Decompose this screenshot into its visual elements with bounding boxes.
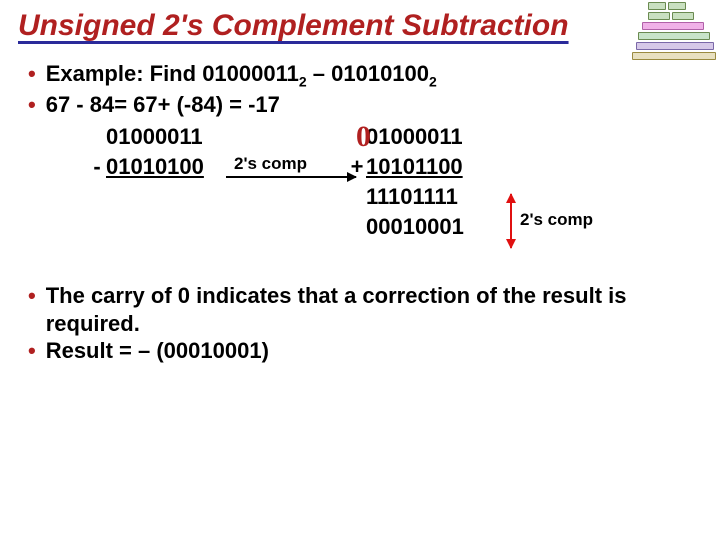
t-pre: The [46, 283, 91, 308]
decimal-line: 67 - 84= 67+ (-84) = -17 [46, 91, 280, 119]
example-dash: – [307, 61, 331, 86]
carry-explain-bullet: • The carry of 0 indicates that a correc… [28, 282, 702, 337]
twos-comp-result-label: 2's comp [520, 210, 593, 230]
left-minus-sign: - [88, 154, 106, 180]
minuend-bits: 01000011 [202, 61, 299, 86]
left-subtrahend: 01010100 [106, 154, 226, 180]
left-minuend: 01000011 [106, 124, 226, 150]
abstraction-pyramid-graphic [626, 0, 716, 60]
example-bullet: • Example: Find 010000112 – 010101002 [28, 60, 702, 91]
bullet-icon: • [28, 60, 36, 88]
subtrahend-bits: 01010100 [331, 61, 429, 86]
bullet-icon: • [28, 91, 36, 119]
arrow-right-icon [226, 176, 356, 178]
twos-comp-arrow-label: 2's comp [234, 154, 307, 174]
arrow-vertical-icon [510, 194, 512, 248]
right-addend: 10101100 [366, 154, 486, 180]
t-carry: carry [91, 283, 145, 308]
right-minuend: 01000011 [366, 124, 486, 150]
carry-zero: 0 [356, 120, 371, 154]
result-text: Result = – (00010001) [46, 337, 269, 365]
slide-title: Unsigned 2's Complement Subtraction [18, 8, 702, 44]
bullet-icon: • [28, 337, 36, 365]
result-bullet: • Result = – (00010001) [28, 337, 702, 365]
example-prefix: Example: Find [46, 61, 202, 86]
binary-calculation: 0 01000011 01000011 - 01010100 + 1010110… [88, 124, 702, 244]
bullet-icon: • [28, 282, 36, 310]
t-correction: correction [362, 283, 470, 308]
decimal-bullet: • 67 - 84= 67+ (-84) = -17 [28, 91, 702, 119]
subtrahend-base: 2 [429, 73, 437, 89]
t-mid2: indicates that a [190, 283, 362, 308]
right-result: 00010001 [366, 214, 486, 240]
minuend-base: 2 [299, 73, 307, 89]
t-mid1: of [145, 283, 178, 308]
right-sum: 11101111 [366, 184, 486, 210]
t-zero: 0 [178, 283, 190, 308]
